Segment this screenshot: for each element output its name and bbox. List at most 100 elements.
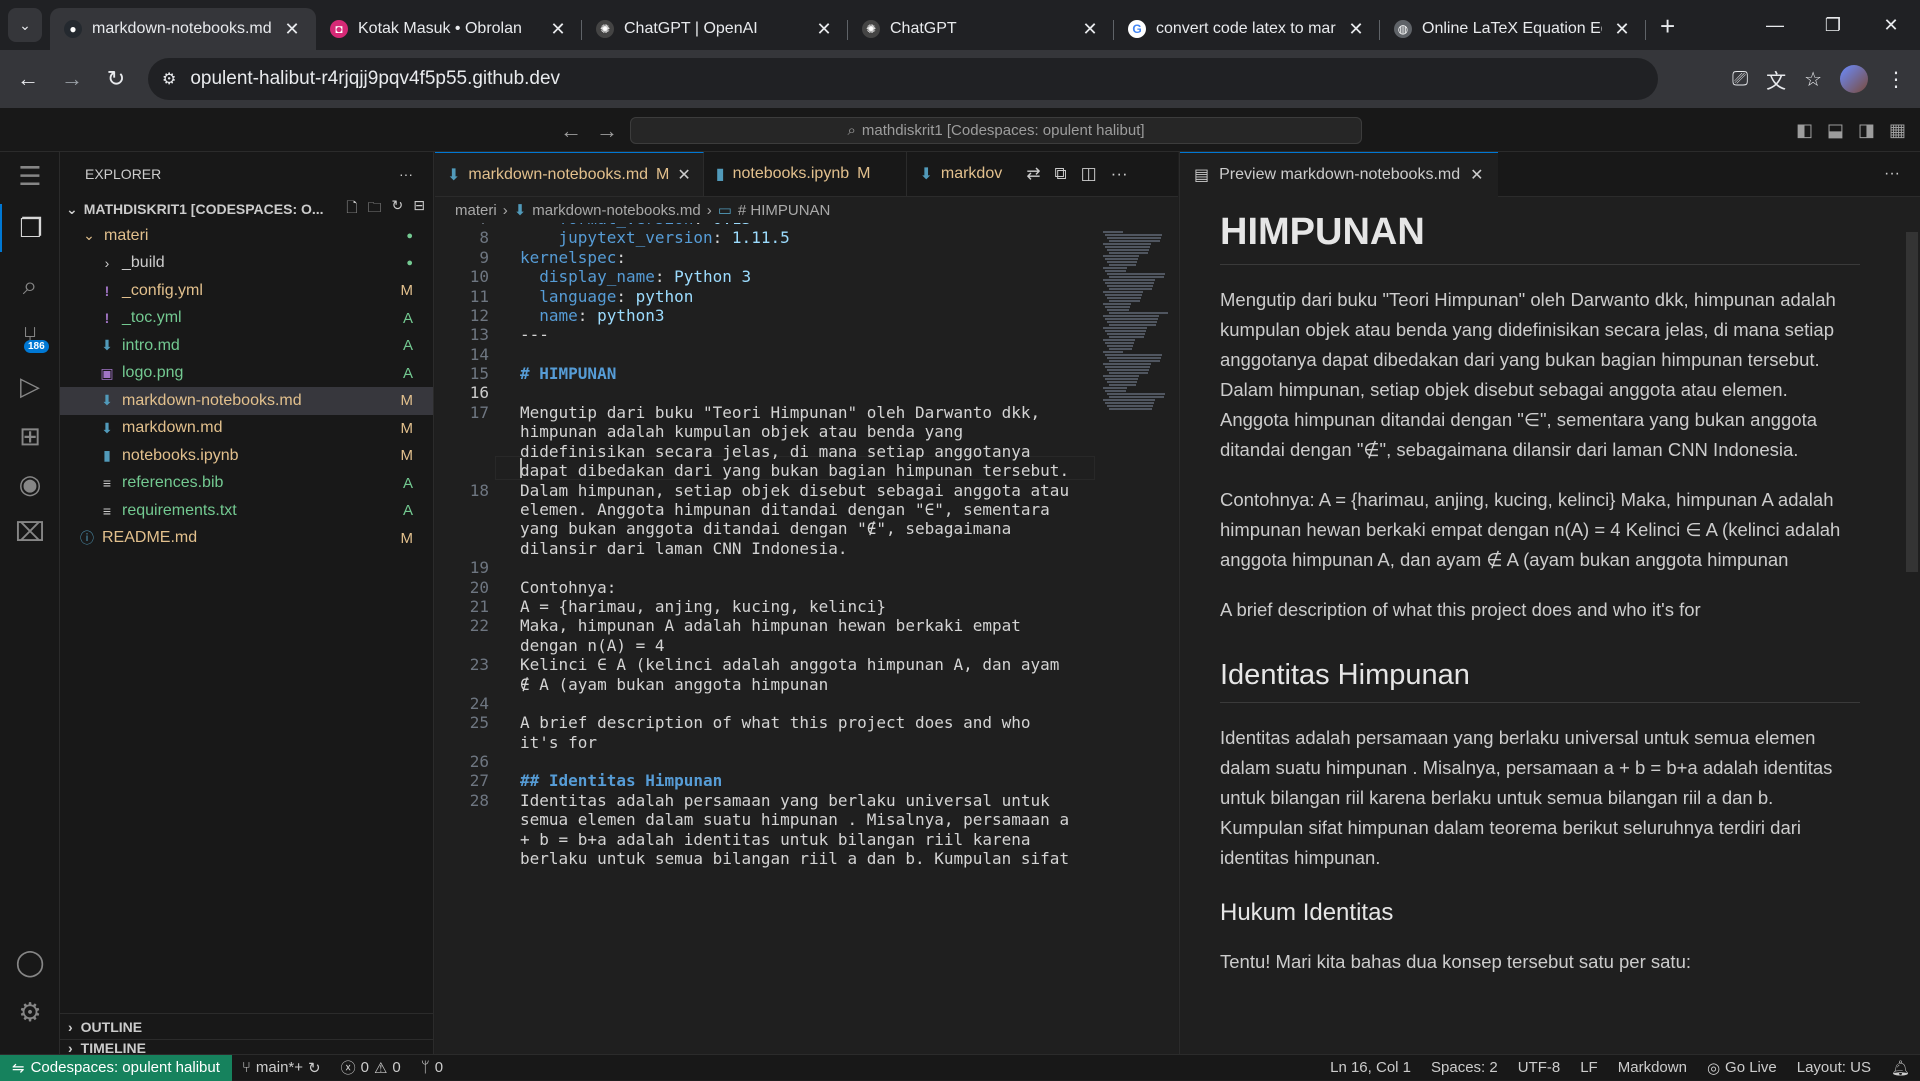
site-info-icon[interactable]: ⚙ [162, 69, 176, 89]
search-view-icon[interactable]: ⌕ [0, 262, 60, 310]
go-back-icon[interactable]: ← [560, 118, 596, 143]
folder-materi[interactable]: ⌄ materi ● [60, 222, 433, 250]
browser-tab[interactable]: ● markdown-notebooks.md ✕ [50, 8, 316, 50]
new-folder-icon[interactable]: 🗀 [368, 197, 382, 221]
sync-icon[interactable]: ↻ [308, 1059, 321, 1077]
close-tab-icon[interactable]: ✕ [282, 19, 302, 40]
collapse-all-icon[interactable]: ⊟ [413, 197, 425, 221]
file-toc-yml[interactable]: ! _toc.yml A [60, 305, 433, 333]
tab-preview[interactable]: ▤ Preview markdown-notebooks.md ✕ [1180, 151, 1498, 197]
devcontainer-icon[interactable]: ⌧ [0, 508, 60, 556]
keyboard-layout[interactable]: Layout: US [1787, 1059, 1881, 1076]
github-icon[interactable]: ◉ [0, 460, 60, 508]
remote-indicator[interactable]: ⇋ Codespaces: opulent halibut [0, 1054, 232, 1081]
source-control-icon[interactable]: ⑂ 186 [0, 312, 60, 360]
close-tab-icon[interactable]: ✕ [1612, 19, 1632, 40]
back-button[interactable]: ← [6, 66, 50, 92]
address-bar[interactable]: ⚙ opulent-halibut-r4rjqjj9pqv4f5p55.gith… [148, 58, 1658, 100]
new-tab-button[interactable]: + [1660, 11, 1675, 42]
error-count: 0 [360, 1059, 369, 1076]
outline-section[interactable]: › OUTLINE [60, 1013, 434, 1039]
close-window-button[interactable]: ✕ [1862, 0, 1920, 50]
browser-tab[interactable]: ✺ ChatGPT ✕ [848, 8, 1114, 50]
translate-icon[interactable]: 文 [1766, 65, 1786, 94]
indentation[interactable]: Spaces: 2 [1421, 1059, 1508, 1076]
close-tab-icon[interactable]: ✕ [548, 19, 568, 40]
minimap-line [1105, 318, 1158, 320]
tab-markdown-notebooks[interactable]: ⬇ markdown-notebooks.md M ✕ [435, 152, 704, 196]
close-tab-icon[interactable]: ✕ [1080, 19, 1100, 40]
go-forward-icon[interactable]: → [596, 118, 632, 143]
close-tab-icon[interactable]: ✕ [814, 19, 834, 40]
profile-avatar[interactable] [1840, 65, 1868, 93]
file-notebooks-ipynb[interactable]: ▮ notebooks.ipynb M [60, 442, 433, 470]
more-actions-icon[interactable]: ··· [1884, 165, 1900, 183]
encoding[interactable]: UTF-8 [1508, 1059, 1571, 1076]
tab-search-button[interactable]: ⌄ [8, 8, 42, 42]
explorer-sidebar: EXPLORER ··· ⌄ MATHDISKRIT1 [CODESPACES:… [60, 152, 434, 1056]
settings-gear-icon[interactable]: ⚙ [0, 988, 60, 1036]
toggle-sidebar-icon[interactable]: ◧ [1796, 120, 1813, 141]
more-actions-icon[interactable]: ··· [1111, 164, 1128, 184]
extensions-icon[interactable]: ⊞ [0, 412, 60, 460]
new-file-icon[interactable]: 🗋 [346, 197, 357, 221]
workspace-root[interactable]: ⌄ MATHDISKRIT1 [CODESPACES: O... 🗋 🗀 ↻ ⊟ [60, 196, 433, 222]
bookmark-star-icon[interactable]: ☆ [1804, 67, 1822, 92]
browser-tab[interactable]: ✺ ChatGPT | OpenAI ✕ [582, 8, 848, 50]
breadcrumb-symbol[interactable]: # HIMPUNAN [738, 202, 831, 219]
minimize-button[interactable]: — [1746, 0, 1804, 50]
file-markdown-md[interactable]: ⬇ markdown.md M [60, 415, 433, 443]
refresh-icon[interactable]: ↻ [392, 197, 404, 221]
forward-button[interactable]: → [50, 66, 94, 92]
file-references-bib[interactable]: ≡ references.bib A [60, 470, 433, 498]
file-intro-md[interactable]: ⬇ intro.md A [60, 332, 433, 360]
go-live-button[interactable]: ◎ Go Live [1697, 1059, 1787, 1077]
close-tab-icon[interactable]: ✕ [1346, 19, 1366, 40]
tab-markdown[interactable]: ⬇ markdov [907, 152, 1014, 196]
menu-icon[interactable]: ☰ [0, 152, 60, 200]
open-preview-icon[interactable]: ⧉ [1054, 164, 1066, 184]
split-editor-icon[interactable]: ◫ [1081, 164, 1097, 184]
tab-notebooks[interactable]: ▮ notebooks.ipynb M [704, 152, 908, 196]
notifications-bell-icon[interactable]: 🔔︎ [1881, 1059, 1920, 1077]
breadcrumb-folder[interactable]: materi [455, 202, 497, 219]
preview-scrollbar[interactable] [1906, 232, 1918, 572]
breadcrumb-file[interactable]: markdown-notebooks.md [532, 202, 700, 219]
browser-menu-icon[interactable]: ⋮ [1886, 67, 1906, 92]
file-logo-png[interactable]: ▣ logo.png A [60, 360, 433, 388]
preview-tab-bar: ▤ Preview markdown-notebooks.md ✕ ··· [1180, 151, 1920, 197]
toggle-panel-icon[interactable]: ⬓ [1827, 120, 1844, 141]
file-requirements-txt[interactable]: ≡ requirements.txt A [60, 497, 433, 525]
toggle-secondary-sidebar-icon[interactable]: ◨ [1858, 120, 1875, 141]
minimap[interactable] [1095, 223, 1168, 1054]
browser-tab[interactable]: ◍ Online LaTeX Equation Edit ✕ [1380, 8, 1646, 50]
close-icon[interactable]: ✕ [677, 165, 690, 185]
branch-indicator[interactable]: ⑂ main*+ ↻ [232, 1059, 331, 1077]
file-readme[interactable]: ⓘ README.md M [60, 525, 433, 553]
code-editor[interactable]: 5 extension: .md6 format_name: myst7 for… [435, 223, 1095, 1054]
modified-dot: ● [406, 229, 413, 242]
run-debug-icon[interactable]: ▷ [0, 362, 60, 410]
cursor-position[interactable]: Ln 16, Col 1 [1320, 1059, 1421, 1076]
file-build[interactable]: › _build ● [60, 250, 433, 278]
language-mode[interactable]: Markdown [1608, 1059, 1697, 1076]
close-icon[interactable]: ✕ [1470, 165, 1483, 185]
customize-layout-icon[interactable]: ▦ [1889, 120, 1906, 141]
ports-indicator[interactable]: ᛘ0 [411, 1059, 453, 1076]
explorer-more-icon[interactable]: ··· [399, 166, 413, 182]
restore-button[interactable]: ❐ [1804, 0, 1862, 50]
browser-tab[interactable]: ◘ Kotak Masuk • Obrolan ✕ [316, 8, 582, 50]
end-of-line[interactable]: LF [1570, 1059, 1608, 1076]
reload-button[interactable]: ↻ [94, 66, 138, 92]
timeline-section[interactable]: › TIMELINE [60, 1039, 434, 1056]
file-markdown-notebooks-md[interactable]: ⬇ markdown-notebooks.md M [60, 387, 433, 415]
problems-indicator[interactable]: ⓧ 0 ⚠ 0 [331, 1057, 411, 1078]
browser-tab[interactable]: Gconvert code latex to mark ✕ [1114, 8, 1380, 50]
install-app-icon[interactable]: ⎚ [1732, 68, 1748, 91]
compare-icon[interactable]: ⇄ [1026, 164, 1040, 184]
file-config-yml[interactable]: ! _config.yml M [60, 277, 433, 305]
explorer-icon[interactable]: ❐ [0, 204, 60, 252]
file-label: notebooks.ipynb [122, 446, 239, 464]
accounts-icon[interactable]: ◯ [0, 938, 60, 986]
command-center[interactable]: ⌕ mathdiskrit1 [Codespaces: opulent hali… [630, 117, 1362, 144]
